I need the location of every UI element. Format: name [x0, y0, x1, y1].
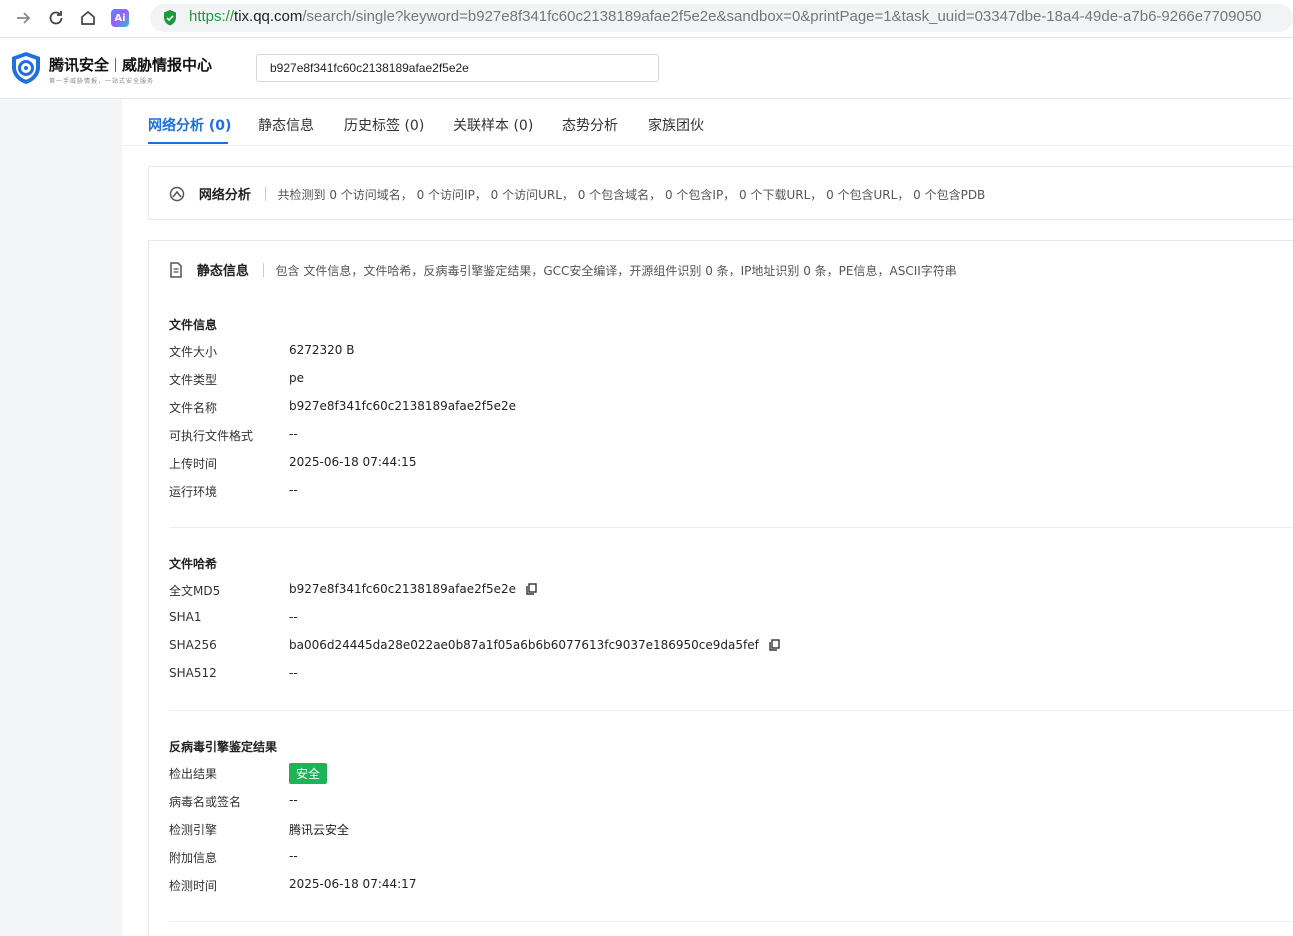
tencent-security-logo-icon[interactable] — [10, 51, 42, 89]
extra-info-value: -- — [289, 849, 298, 863]
static-info-header: 静态信息 包含 文件信息，文件哈希，反病毒引擎鉴定结果，GCC安全编译，开源组件… — [169, 260, 957, 281]
runtime-env-value: -- — [289, 483, 298, 497]
file-size-label: 文件大小 — [169, 345, 218, 359]
network-icon — [169, 186, 185, 205]
copy-sha256-icon[interactable] — [768, 639, 780, 654]
section-divider — [169, 710, 1293, 711]
detection-result-value: 安全 — [289, 763, 328, 784]
file-name-label: 文件名称 — [169, 401, 218, 415]
antivirus-title: 反病毒引擎鉴定结果 — [169, 740, 278, 754]
file-hash-title: 文件哈希 — [169, 557, 218, 571]
secure-shield-icon[interactable] — [162, 9, 178, 31]
virus-name-label: 病毒名或签名 — [169, 795, 242, 809]
ai-assistant-icon[interactable]: Ai — [111, 9, 129, 27]
engine-value: 腾讯云安全 — [289, 823, 350, 837]
extra-info-label: 附加信息 — [169, 851, 218, 865]
exec-format-label: 可执行文件格式 — [169, 429, 254, 443]
forward-icon[interactable] — [12, 7, 34, 29]
tab-static-info[interactable]: 静态信息 — [258, 115, 314, 135]
static-info-summary: 包含 文件信息，文件哈希，反病毒引擎鉴定结果，GCC安全编译，开源组件识别 0 … — [275, 264, 957, 278]
browser-toolbar: Ai https://tix.qq.com/search/single?keyw… — [0, 0, 1293, 38]
reload-icon[interactable] — [45, 7, 67, 29]
md5-label: 全文MD5 — [169, 584, 221, 598]
tab-family-group[interactable]: 家族团伙 — [648, 115, 704, 135]
network-analysis-card: 网络分析 共检测到 0 个访问域名， 0 个访问IP， 0 个访问URL， 0 … — [148, 166, 1293, 220]
tab-situation-analysis[interactable]: 态势分析 — [562, 115, 618, 135]
detection-time-value: 2025-06-18 07:44:17 — [289, 877, 417, 891]
sha512-value: -- — [289, 666, 298, 680]
safe-status-badge: 安全 — [289, 763, 328, 784]
file-info-title: 文件信息 — [169, 318, 218, 332]
network-analysis-header: 网络分析 共检测到 0 个访问域名， 0 个访问IP， 0 个访问URL， 0 … — [169, 184, 985, 205]
sha256-value-row: ba006d24445da28e022ae0b87a1f05a6b6b60776… — [289, 638, 780, 654]
active-tab-indicator — [148, 142, 228, 144]
file-type-label: 文件类型 — [169, 373, 218, 387]
upload-time-value: 2025-06-18 07:44:15 — [289, 455, 417, 469]
file-name-value: b927e8f341fc60c2138189afae2f5e2e — [289, 399, 517, 413]
virus-name-value: -- — [289, 793, 298, 807]
detection-time-label: 检测时间 — [169, 879, 218, 893]
exec-format-value: -- — [289, 427, 298, 441]
network-analysis-summary: 共检测到 0 个访问域名， 0 个访问IP， 0 个访问URL， 0 个包含域名… — [277, 188, 986, 202]
main-content: 网络分析 (0) 静态信息 历史标签 (0) 关联样本 (0) 态势分析 家族团… — [122, 99, 1293, 936]
sha1-label: SHA1 — [169, 610, 202, 624]
section-divider — [169, 921, 1293, 922]
static-info-card: 静态信息 包含 文件信息，文件哈希，反病毒引擎鉴定结果，GCC安全编译，开源组件… — [148, 240, 1293, 936]
detection-result-label: 检出结果 — [169, 767, 218, 781]
section-divider — [169, 527, 1293, 528]
search-input[interactable] — [256, 54, 659, 82]
sha256-value: ba006d24445da28e022ae0b87a1f05a6b6b60776… — [289, 638, 759, 652]
brand-title[interactable]: 腾讯安全 威胁情报中心 — [49, 54, 212, 75]
engine-label: 检测引擎 — [169, 823, 218, 837]
brand-slogan: 第一手威胁情报，一站式安全服务 — [49, 78, 155, 85]
md5-value: b927e8f341fc60c2138189afae2f5e2e — [289, 582, 517, 596]
url-text[interactable]: https://tix.qq.com/search/single?keyword… — [189, 8, 1262, 25]
tab-bar: 网络分析 (0) 静态信息 历史标签 (0) 关联样本 (0) 态势分析 家族团… — [122, 99, 1293, 146]
sha256-label: SHA256 — [169, 638, 217, 652]
document-icon — [169, 262, 183, 281]
runtime-env-label: 运行环境 — [169, 485, 218, 499]
upload-time-label: 上传时间 — [169, 457, 218, 471]
md5-value-row: b927e8f341fc60c2138189afae2f5e2e — [289, 582, 537, 598]
sha1-value: -- — [289, 610, 298, 624]
tab-related-samples[interactable]: 关联样本 (0) — [453, 115, 533, 135]
site-header: 腾讯安全 威胁情报中心 第一手威胁情报，一站式安全服务 — [0, 38, 1293, 99]
left-gutter — [0, 99, 122, 936]
file-size-value: 6272320 B — [289, 343, 355, 357]
file-type-value: pe — [289, 371, 304, 385]
copy-md5-icon[interactable] — [526, 583, 537, 598]
static-info-title: 静态信息 — [196, 264, 249, 279]
network-analysis-title: 网络分析 — [198, 188, 251, 203]
tab-network-analysis[interactable]: 网络分析 (0) — [148, 115, 231, 135]
home-icon[interactable] — [77, 7, 99, 29]
tab-history-tags[interactable]: 历史标签 (0) — [344, 115, 424, 135]
sha512-label: SHA512 — [169, 666, 217, 680]
